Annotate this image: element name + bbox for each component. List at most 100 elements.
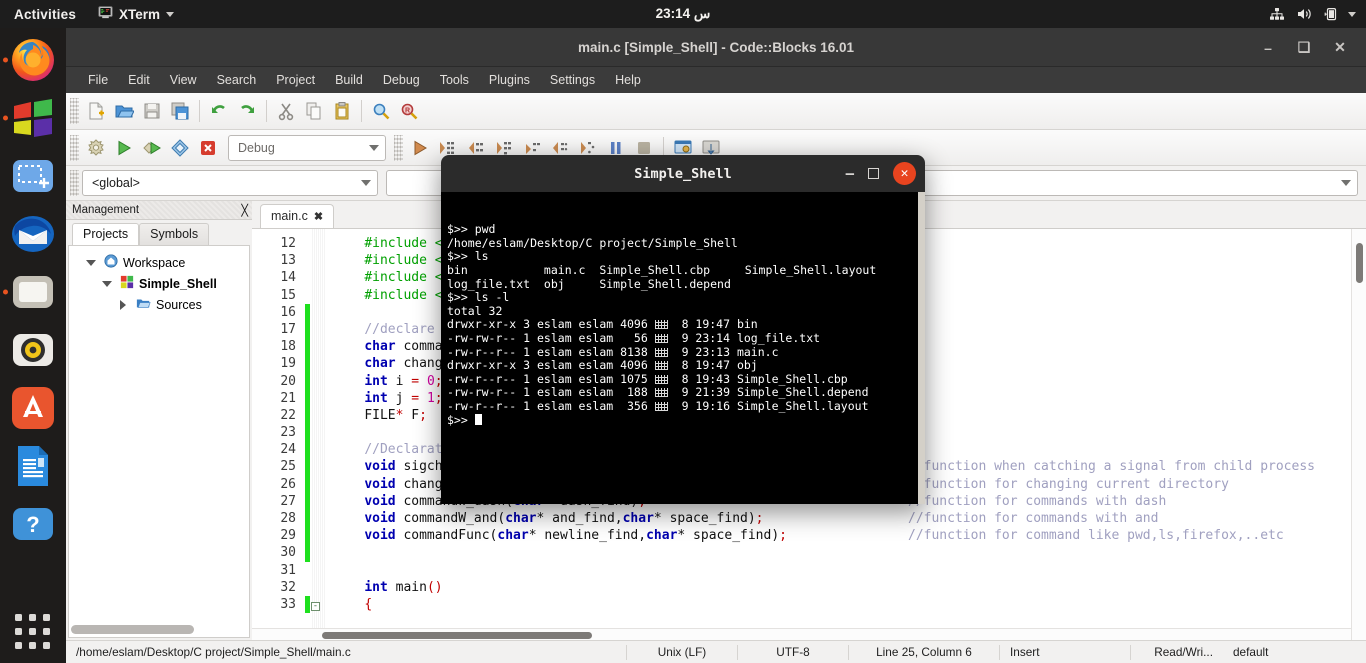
- tree-node-simple-shell[interactable]: Simple_Shell: [69, 273, 249, 294]
- scrollbar-thumb[interactable]: [71, 625, 194, 634]
- menu-item-build[interactable]: Build: [325, 70, 373, 90]
- code-line[interactable]: {: [333, 596, 1366, 613]
- dock-item-libreoffice-writer[interactable]: [9, 442, 57, 490]
- fold-marker[interactable]: [311, 304, 325, 321]
- menu-item-tools[interactable]: Tools: [430, 70, 479, 90]
- menu-item-search[interactable]: Search: [207, 70, 267, 90]
- dock-item-firefox[interactable]: [9, 36, 57, 84]
- show-applications-button[interactable]: [9, 615, 57, 649]
- redo-icon[interactable]: [233, 97, 261, 125]
- toolbar-grip[interactable]: [70, 170, 79, 196]
- tab-symbols[interactable]: Symbols: [139, 223, 209, 245]
- fold-marker[interactable]: [311, 527, 325, 544]
- menu-item-project[interactable]: Project: [266, 70, 325, 90]
- dock-item-thunderbird[interactable]: [9, 210, 57, 258]
- fold-marker[interactable]: [311, 338, 325, 355]
- dock-item-files[interactable]: [9, 268, 57, 316]
- build-target-select[interactable]: Debug: [228, 135, 386, 161]
- dock-item-screenshot[interactable]: [9, 152, 57, 200]
- toolbar-grip[interactable]: [70, 98, 79, 124]
- close-button[interactable]: ✕: [1322, 28, 1358, 67]
- toolbar-grip[interactable]: [394, 135, 403, 161]
- dock-item-codeblocks[interactable]: [9, 94, 57, 142]
- fold-marker[interactable]: [311, 476, 325, 493]
- clock[interactable]: 23:14 س: [0, 6, 1366, 22]
- terminal-scrollbar[interactable]: [918, 192, 925, 504]
- abort-icon[interactable]: [194, 134, 222, 162]
- tab-projects[interactable]: Projects: [72, 223, 139, 245]
- fold-marker[interactable]: -: [311, 596, 325, 613]
- toolbar-grip[interactable]: [70, 135, 79, 161]
- expander-icon[interactable]: [115, 300, 131, 310]
- scrollbar-thumb[interactable]: [322, 632, 592, 639]
- maximize-button[interactable]: ❑: [1286, 28, 1322, 67]
- fold-marker[interactable]: [311, 510, 325, 527]
- minimize-button[interactable]: –: [1250, 28, 1286, 67]
- code-line[interactable]: [333, 544, 1366, 561]
- save-icon[interactable]: [138, 97, 166, 125]
- fold-marker[interactable]: [311, 407, 325, 424]
- fold-marker[interactable]: [311, 373, 325, 390]
- fold-marker[interactable]: [311, 562, 325, 579]
- editor-horizontal-scrollbar[interactable]: [252, 628, 1351, 640]
- menu-item-edit[interactable]: Edit: [118, 70, 160, 90]
- fold-marker[interactable]: [311, 252, 325, 269]
- menu-item-settings[interactable]: Settings: [540, 70, 605, 90]
- editor-tab-main-c[interactable]: main.c ✖: [260, 204, 334, 228]
- fold-marker[interactable]: [311, 355, 325, 372]
- undo-icon[interactable]: [205, 97, 233, 125]
- fold-margin[interactable]: -: [311, 229, 325, 640]
- fold-marker[interactable]: [311, 390, 325, 407]
- terminal-title-bar[interactable]: Simple_Shell – ✕: [441, 155, 925, 192]
- scope-select[interactable]: <global>: [82, 170, 378, 196]
- expander-icon[interactable]: [83, 260, 99, 266]
- code-line[interactable]: int main(): [333, 579, 1366, 596]
- terminal-output[interactable]: $>> pwd/home/eslam/Desktop/C project/Sim…: [441, 192, 925, 504]
- find-icon[interactable]: [367, 97, 395, 125]
- debug-continue-icon[interactable]: [406, 134, 434, 162]
- app-menu-button[interactable]: XTerm: [90, 5, 182, 23]
- dock-item-ubuntu-software[interactable]: [9, 384, 57, 432]
- fold-marker[interactable]: [311, 579, 325, 596]
- build-icon[interactable]: [82, 134, 110, 162]
- fold-marker[interactable]: [311, 287, 325, 304]
- code-line[interactable]: void commandFunc(char* newline_find,char…: [333, 527, 1366, 544]
- build-and-run-icon[interactable]: [138, 134, 166, 162]
- tree-node-workspace[interactable]: Workspace: [69, 252, 249, 273]
- menu-item-help[interactable]: Help: [605, 70, 651, 90]
- maximize-button[interactable]: [868, 168, 879, 179]
- cut-icon[interactable]: [272, 97, 300, 125]
- expander-icon[interactable]: [99, 281, 115, 287]
- tree-horizontal-scrollbar[interactable]: [71, 625, 247, 634]
- fold-marker[interactable]: [311, 235, 325, 252]
- dock-item-help[interactable]: ?: [9, 500, 57, 548]
- menu-item-file[interactable]: File: [78, 70, 118, 90]
- close-icon[interactable]: ✖: [314, 210, 323, 223]
- system-tray[interactable]: [1269, 0, 1356, 28]
- rebuild-icon[interactable]: [166, 134, 194, 162]
- close-icon[interactable]: ╳: [241, 204, 248, 217]
- chevron-down-icon[interactable]: [1348, 12, 1356, 17]
- new-file-icon[interactable]: [82, 97, 110, 125]
- fold-marker[interactable]: [311, 493, 325, 510]
- paste-icon[interactable]: [328, 97, 356, 125]
- open-file-icon[interactable]: [110, 97, 138, 125]
- copy-icon[interactable]: [300, 97, 328, 125]
- save-all-icon[interactable]: [166, 97, 194, 125]
- editor-vertical-scrollbar[interactable]: [1351, 229, 1366, 640]
- menu-item-plugins[interactable]: Plugins: [479, 70, 540, 90]
- fold-marker[interactable]: [311, 441, 325, 458]
- codeblocks-title-bar[interactable]: main.c [Simple_Shell] - Code::Blocks 16.…: [66, 28, 1366, 67]
- fold-marker[interactable]: [311, 544, 325, 561]
- fold-marker[interactable]: [311, 424, 325, 441]
- run-icon[interactable]: [110, 134, 138, 162]
- code-line[interactable]: void commandW_and(char* and_find,char* s…: [333, 510, 1366, 527]
- menu-item-debug[interactable]: Debug: [373, 70, 430, 90]
- replace-icon[interactable]: R: [395, 97, 423, 125]
- activities-button[interactable]: Activities: [0, 7, 90, 22]
- code-line[interactable]: [333, 562, 1366, 579]
- fold-marker[interactable]: [311, 269, 325, 286]
- close-button[interactable]: ✕: [893, 162, 916, 185]
- fold-marker[interactable]: [311, 321, 325, 338]
- project-tree[interactable]: Workspace Simple_Shell: [68, 245, 250, 638]
